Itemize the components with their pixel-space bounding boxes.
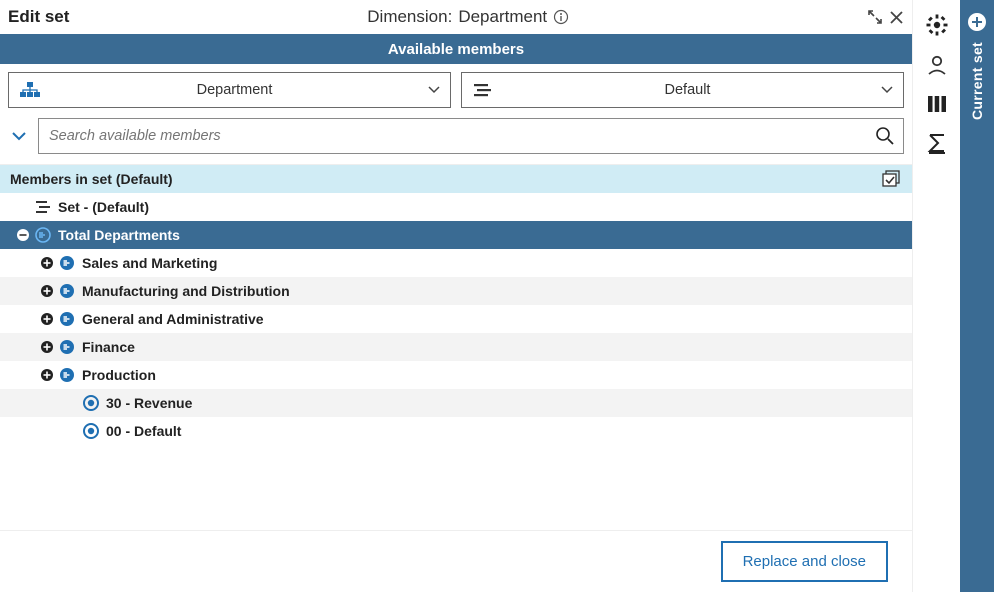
- set-icon: [32, 200, 54, 214]
- search-input[interactable]: [47, 127, 875, 145]
- add-icon[interactable]: [967, 12, 987, 32]
- tree-item-label: 30 - Revenue: [102, 395, 192, 411]
- expand-icon[interactable]: [38, 368, 56, 382]
- consolidated-icon: [32, 227, 54, 243]
- tree-item-label: Finance: [78, 339, 135, 355]
- tree-root-label: Total Departments: [54, 227, 180, 243]
- tree-row-total-departments[interactable]: Total Departments: [0, 221, 912, 249]
- tree-row-set[interactable]: Set - (Default): [0, 193, 912, 221]
- select-all-icon[interactable]: [882, 170, 902, 188]
- user-icon[interactable]: [926, 54, 948, 76]
- chevron-down-icon: [422, 86, 440, 94]
- consolidated-icon: [56, 255, 78, 271]
- subset-dropdown-label: Default: [500, 82, 875, 98]
- tree-row[interactable]: 00 - Default: [0, 417, 912, 445]
- consolidated-icon: [56, 367, 78, 383]
- hierarchy-dropdown-label: Department: [47, 82, 422, 98]
- dialog-title: Edit set: [8, 7, 69, 27]
- hierarchy-icon: [19, 81, 41, 99]
- members-in-set-header: Members in set (Default): [0, 165, 912, 193]
- tree-set-label: Set - (Default): [54, 199, 149, 215]
- tree-row[interactable]: General and Administrative: [0, 305, 912, 333]
- chevron-down-icon: [875, 86, 893, 94]
- tree-item-label: Sales and Marketing: [78, 255, 217, 271]
- members-in-set-label: Members in set (Default): [10, 171, 173, 187]
- replace-and-close-button[interactable]: Replace and close: [721, 541, 888, 582]
- leaf-icon: [80, 423, 102, 439]
- dropdown-row: Department Default: [0, 64, 912, 112]
- gear-icon[interactable]: [926, 14, 948, 36]
- dimension-value: Department: [458, 7, 547, 27]
- search-icon[interactable]: [875, 126, 895, 146]
- tree-row[interactable]: Finance: [0, 333, 912, 361]
- leaf-icon: [80, 395, 102, 411]
- tree-item-label: 00 - Default: [102, 423, 181, 439]
- dimension-prefix: Dimension:: [367, 7, 452, 27]
- tree-item-label: Manufacturing and Distribution: [78, 283, 290, 299]
- sigma-icon[interactable]: [926, 132, 948, 154]
- fullscreen-icon[interactable]: [867, 9, 883, 25]
- collapse-icon[interactable]: [14, 228, 32, 242]
- available-members-label: Available members: [388, 41, 524, 58]
- tree-row[interactable]: Production: [0, 361, 912, 389]
- tree-item-label: Production: [78, 367, 156, 383]
- tree-row[interactable]: Sales and Marketing: [0, 249, 912, 277]
- columns-icon[interactable]: [926, 94, 948, 114]
- search-row: [0, 112, 912, 165]
- expand-icon[interactable]: [38, 340, 56, 354]
- expand-icon[interactable]: [38, 312, 56, 326]
- member-tree: Set - (Default) Total Departments Sale: [0, 193, 912, 445]
- dimension-label: Dimension: Department: [69, 7, 867, 27]
- current-set-label: Current set: [969, 42, 985, 120]
- dialog-header: Edit set Dimension: Department: [0, 0, 912, 34]
- search-collapse-toggle[interactable]: [8, 127, 30, 145]
- tree-item-label: General and Administrative: [78, 311, 264, 327]
- info-icon[interactable]: [553, 9, 569, 25]
- search-box: [38, 118, 904, 154]
- expand-icon[interactable]: [38, 256, 56, 270]
- close-icon[interactable]: [889, 10, 904, 25]
- expand-icon[interactable]: [38, 284, 56, 298]
- subset-icon: [472, 82, 494, 98]
- dialog-footer: Replace and close: [0, 530, 912, 592]
- tree-row[interactable]: Manufacturing and Distribution: [0, 277, 912, 305]
- subset-dropdown[interactable]: Default: [461, 72, 904, 108]
- tree-row[interactable]: 30 - Revenue: [0, 389, 912, 417]
- current-set-tab[interactable]: Current set: [960, 0, 994, 592]
- consolidated-icon: [56, 311, 78, 327]
- available-members-bar: Available members: [0, 34, 912, 64]
- consolidated-icon: [56, 339, 78, 355]
- right-icon-rail: [912, 0, 960, 592]
- hierarchy-dropdown[interactable]: Department: [8, 72, 451, 108]
- consolidated-icon: [56, 283, 78, 299]
